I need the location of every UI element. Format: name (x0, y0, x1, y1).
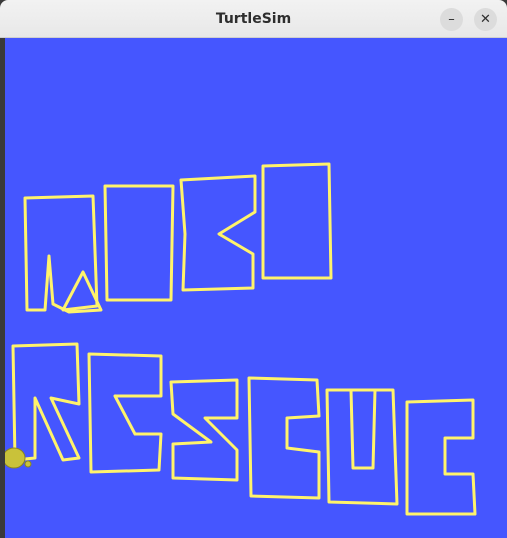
canvas-background (5, 38, 507, 538)
title-bar[interactable]: TurtleSim – ✕ (0, 0, 507, 38)
turtle-head (24, 460, 32, 468)
window-title: TurtleSim (215, 11, 292, 27)
turtlesim-window: TurtleSim – ✕ (0, 0, 507, 538)
close-button[interactable]: ✕ (474, 8, 497, 31)
minimize-button[interactable]: – (440, 8, 463, 31)
drawing-surface (5, 38, 507, 538)
turtle-shell (5, 447, 26, 469)
turtle-canvas (5, 38, 507, 538)
